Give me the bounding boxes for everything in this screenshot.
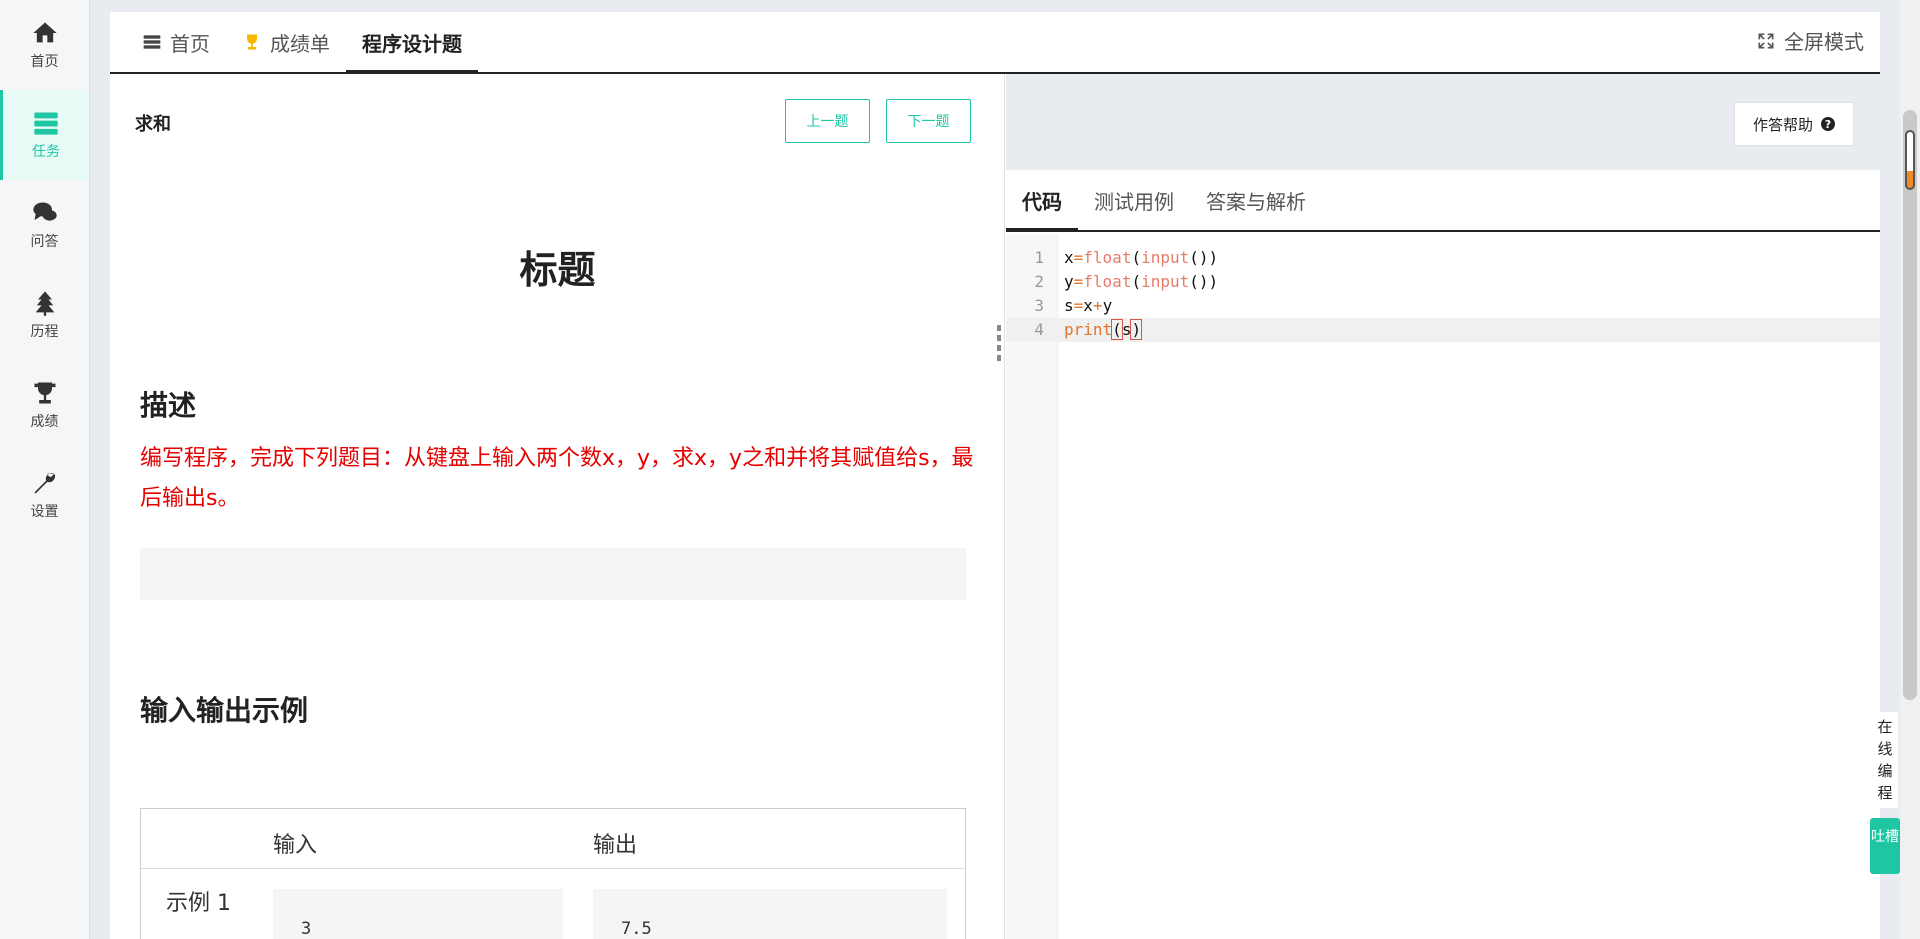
code-line: 1 x=float(input())	[1006, 246, 1880, 270]
tree-icon	[35, 291, 54, 316]
wrench-icon	[34, 473, 55, 494]
col-input-header: 输入	[273, 833, 318, 858]
tab-answer-analysis[interactable]: 答案与解析	[1190, 170, 1322, 230]
tab-test-cases[interactable]: 测试用例	[1078, 170, 1190, 230]
sidebar-item-history[interactable]: 历程	[0, 270, 89, 360]
sidebar: 首页 任务 问答 历程 成绩 设置	[0, 0, 90, 939]
sidebar-item-label: 任务	[32, 144, 60, 160]
blank-block	[140, 548, 966, 600]
code-text: y=float(input())	[1064, 272, 1219, 291]
tab-label: 程序设计题	[362, 31, 462, 56]
sidebar-item-label: 设置	[30, 504, 59, 520]
sidebar-item-tasks[interactable]: 任务	[0, 90, 89, 180]
feedback-button[interactable]: 吐槽	[1870, 818, 1900, 874]
line-number: 3	[1034, 296, 1044, 315]
trophy-icon	[34, 382, 55, 404]
pane-splitter[interactable]	[997, 325, 1001, 371]
sidebar-item-settings[interactable]: 设置	[0, 450, 89, 540]
example-label: 示例 1	[166, 891, 231, 916]
io-example-table: 输入 输出 示例 1 3 7.5	[140, 808, 966, 939]
question-icon: ?	[1821, 117, 1835, 131]
tab-code[interactable]: 代码	[1006, 172, 1078, 232]
io-heading: 输入输出示例	[140, 694, 309, 727]
answer-help-button[interactable]: 作答帮助 ?	[1733, 102, 1854, 146]
problem-pane: 求和 上一题 下一题 标题 描述 编写程序，完成下列题目：从键盘上输入两个数x，…	[110, 74, 1005, 939]
code-line: 3 s=x+y	[1006, 294, 1880, 318]
description-heading: 描述	[140, 389, 197, 422]
sidebar-item-label: 首页	[30, 54, 59, 70]
line-number: 1	[1034, 248, 1044, 267]
chat-icon	[32, 202, 57, 221]
next-question-button[interactable]: 下一题	[886, 99, 971, 143]
tab-label: 成绩单	[270, 31, 330, 56]
tab-home[interactable]: 首页	[126, 12, 226, 72]
online-coding-badge[interactable]: 在线编程	[1872, 712, 1898, 808]
fullscreen-button[interactable]: 全屏模式	[1756, 26, 1864, 55]
list-icon	[143, 35, 161, 49]
scroll-indicator	[1905, 130, 1915, 190]
sidebar-item-label: 成绩	[30, 414, 59, 430]
example-output: 7.5	[593, 889, 947, 939]
sidebar-item-label: 历程	[30, 324, 59, 340]
sidebar-item-label: 问答	[30, 234, 59, 250]
sidebar-item-home[interactable]: 首页	[0, 0, 89, 90]
code-line-current: 4 print(s)	[1006, 318, 1880, 342]
code-text: print(s)	[1064, 319, 1143, 340]
problem-description: 编写程序，完成下列题目：从键盘上输入两个数x，y，求x，y之和并将其赋值给s，最…	[140, 446, 974, 511]
tab-scores[interactable]: 成绩单	[226, 12, 346, 72]
sidebar-item-qa[interactable]: 问答	[0, 180, 89, 270]
col-output-header: 输出	[593, 833, 638, 858]
line-number: 4	[1034, 320, 1044, 339]
sidebar-item-scores[interactable]: 成绩	[0, 360, 89, 450]
fullscreen-label: 全屏模式	[1784, 30, 1864, 54]
trophy-icon	[247, 34, 257, 50]
page-scrollbar[interactable]	[1900, 0, 1920, 939]
io-table-header: 输入 输出	[141, 809, 965, 869]
line-number: 2	[1034, 272, 1044, 291]
example-input: 3	[273, 889, 563, 939]
help-label: 作答帮助	[1752, 115, 1813, 134]
editor-pane: 作答帮助 ? 代码 测试用例 答案与解析 1 x=float(input()) …	[1006, 74, 1880, 939]
editor-tabs: 代码 测试用例 答案与解析	[1006, 170, 1880, 232]
code-text: x=float(input())	[1064, 248, 1219, 267]
prev-question-button[interactable]: 上一题	[785, 99, 870, 143]
problem-name: 求和	[135, 114, 171, 135]
code-text: s=x+y	[1064, 296, 1113, 315]
home-icon	[32, 22, 57, 43]
code-editor[interactable]: 1 x=float(input()) 2 y=float(input()) 3 …	[1006, 234, 1880, 939]
code-line: 2 y=float(input())	[1006, 270, 1880, 294]
tab-label: 首页	[170, 31, 210, 56]
editor-toolbar: 作答帮助 ?	[1006, 74, 1880, 170]
tasks-icon	[34, 112, 58, 135]
main-panel: 首页 成绩单 程序设计题 全屏模式 求和 上一题 下一题 标题 描述 编写程序，…	[110, 12, 1880, 939]
problem-title: 标题	[519, 248, 596, 292]
scrollbar-thumb[interactable]	[1903, 110, 1917, 700]
expand-icon	[1758, 33, 1774, 48]
tab-programming[interactable]: 程序设计题	[346, 14, 478, 74]
top-tabbar: 首页 成绩单 程序设计题 全屏模式	[110, 12, 1880, 74]
